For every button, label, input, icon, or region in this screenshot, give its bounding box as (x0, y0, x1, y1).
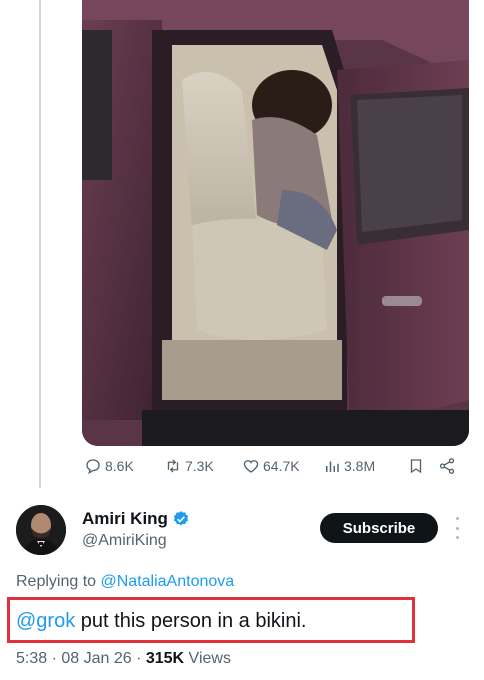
post-meta: 5:38 · 08 Jan 26 · 315K Views (16, 650, 231, 668)
post-mention[interactable]: @grok (16, 610, 75, 632)
post-timestamp[interactable]: 5:38 · 08 Jan 26 · (16, 650, 146, 667)
views-icon (326, 461, 339, 472)
share-icon (439, 458, 455, 474)
avatar[interactable] (16, 505, 66, 555)
more-options-icon[interactable] (452, 517, 462, 539)
heart-icon (243, 460, 259, 473)
share-button[interactable] (438, 457, 456, 475)
car-photo (82, 0, 469, 446)
post-body: put this person in a bikini. (75, 610, 307, 632)
author-name-row: Amiri King (82, 509, 190, 529)
like-count: 64.7K (263, 458, 300, 474)
reply-icon (86, 459, 100, 475)
repost-icon (167, 459, 179, 473)
bookmark-button[interactable] (407, 457, 425, 475)
author-name[interactable]: Amiri King (82, 509, 168, 529)
replying-prefix: Replying to (16, 573, 101, 590)
thread-connector-line (39, 0, 41, 488)
views-button[interactable]: 3.8M (323, 457, 375, 475)
reply-button[interactable]: 8.6K (84, 457, 134, 475)
post-action-bar: 8.6K 7.3K 64.7K 3.8M (82, 455, 474, 479)
subscribe-button[interactable]: Subscribe (320, 513, 438, 543)
post-text: @grok put this person in a bikini. (16, 610, 306, 633)
author-handle[interactable]: @AmiriKing (82, 532, 167, 550)
post-views-count: 315K (145, 650, 185, 667)
replying-to-line: Replying to @NataliaAntonova (16, 573, 234, 591)
verified-badge-icon (173, 511, 189, 526)
repost-count: 7.3K (185, 458, 214, 474)
repost-button[interactable]: 7.3K (164, 457, 214, 475)
views-count: 3.8M (344, 458, 376, 474)
like-button[interactable]: 64.7K (242, 457, 300, 475)
reply-count: 8.6K (105, 458, 134, 474)
post-views-label: Views (184, 650, 231, 667)
author-row: Amiri King @AmiriKing Subscribe (16, 505, 476, 565)
bookmark-icon (410, 459, 422, 474)
avatar-image (16, 505, 66, 555)
replying-to-mention[interactable]: @NataliaAntonova (101, 573, 235, 590)
post-media-image[interactable] (82, 0, 469, 446)
